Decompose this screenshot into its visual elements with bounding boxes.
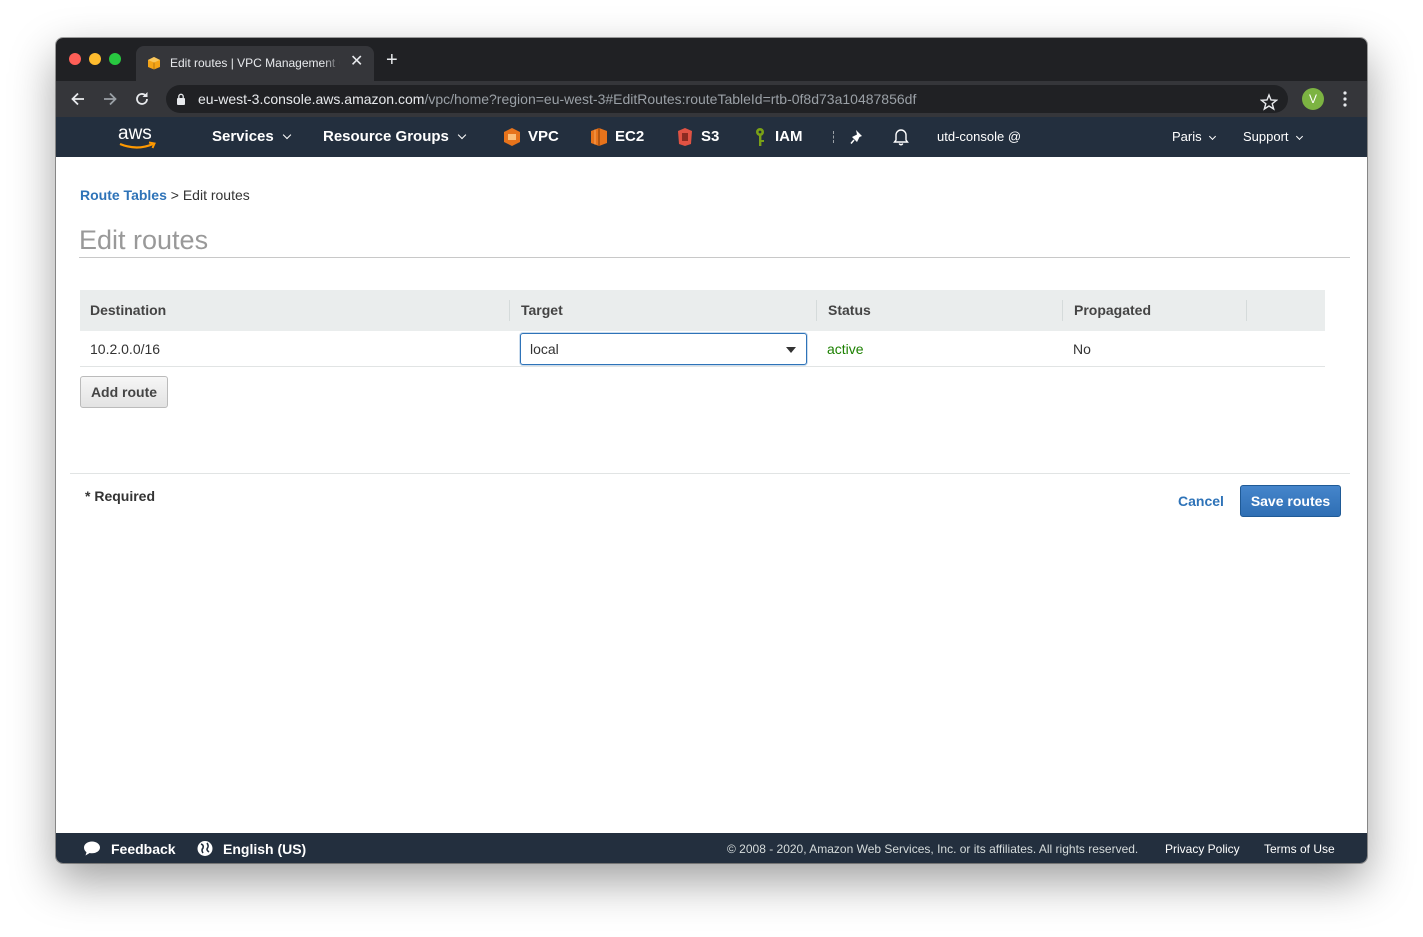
region-label: Paris bbox=[1172, 129, 1202, 144]
url-text: eu-west-3.console.aws.amazon.com/vpc/hom… bbox=[198, 92, 916, 107]
save-routes-button[interactable]: Save routes bbox=[1240, 485, 1341, 517]
svg-text:aws: aws bbox=[118, 123, 152, 144]
iam-key-icon[interactable] bbox=[751, 127, 769, 147]
account-menu[interactable]: utd-console @ bbox=[937, 130, 1021, 144]
bell-icon[interactable] bbox=[892, 127, 910, 146]
feedback-link[interactable]: Feedback bbox=[111, 841, 176, 857]
minimize-window-button[interactable] bbox=[89, 53, 101, 65]
aws-logo-icon[interactable]: aws bbox=[115, 122, 161, 152]
browser-menu-icon[interactable] bbox=[1340, 90, 1350, 108]
vpc-service-icon[interactable] bbox=[503, 127, 521, 147]
breadcrumb-route-tables-link[interactable]: Route Tables bbox=[80, 187, 167, 203]
console-footer: Feedback English (US) © 2008 - 2020, Ama… bbox=[56, 833, 1367, 863]
terms-of-use-link[interactable]: Terms of Use bbox=[1264, 842, 1335, 856]
region-menu[interactable]: Paris bbox=[1172, 129, 1216, 144]
breadcrumb: Route Tables > Edit routes bbox=[80, 187, 250, 203]
column-header-destination: Destination bbox=[90, 302, 167, 318]
services-menu[interactable]: Services bbox=[212, 128, 291, 145]
cancel-button[interactable]: Cancel bbox=[1178, 493, 1224, 509]
column-divider bbox=[509, 300, 510, 321]
maximize-window-button[interactable] bbox=[109, 53, 121, 65]
language-selector[interactable]: English (US) bbox=[223, 841, 306, 857]
new-tab-button[interactable]: + bbox=[386, 50, 398, 70]
back-arrow-icon[interactable] bbox=[68, 89, 88, 109]
tab-title: Edit routes | VPC Management Console bbox=[170, 56, 340, 70]
page-title: Edit routes bbox=[79, 226, 1350, 258]
target-select[interactable]: local bbox=[520, 333, 807, 365]
support-menu[interactable]: Support bbox=[1243, 129, 1303, 144]
route-propagated: No bbox=[1073, 341, 1091, 357]
s3-shortcut[interactable]: S3 bbox=[701, 129, 719, 145]
lock-icon bbox=[177, 93, 185, 105]
url-path: /vpc/home?region=eu-west-3#EditRoutes:ro… bbox=[424, 91, 917, 107]
column-divider bbox=[1062, 300, 1063, 321]
add-route-button[interactable]: Add route bbox=[80, 376, 168, 408]
vpc-shortcut[interactable]: VPC bbox=[528, 129, 559, 145]
browser-tab-strip: Edit routes | VPC Management Console ✕ + bbox=[56, 38, 1367, 81]
table-header: Destination Target Status Propagated bbox=[80, 290, 1325, 331]
chevron-down-icon bbox=[457, 130, 467, 140]
bookmark-star-icon[interactable] bbox=[1260, 93, 1278, 111]
url-host: eu-west-3.console.aws.amazon.com bbox=[198, 91, 425, 107]
globe-icon[interactable] bbox=[196, 840, 214, 857]
address-bar[interactable]: eu-west-3.console.aws.amazon.com/vpc/hom… bbox=[166, 85, 1288, 113]
route-status: active bbox=[827, 341, 864, 357]
chevron-down-icon bbox=[1208, 132, 1216, 141]
breadcrumb-current: Edit routes bbox=[182, 187, 250, 203]
privacy-policy-link[interactable]: Privacy Policy bbox=[1165, 842, 1240, 856]
main-content: Route Tables > Edit routes Edit routes D… bbox=[56, 157, 1367, 833]
reload-icon[interactable] bbox=[132, 89, 152, 109]
route-destination: 10.2.0.0/16 bbox=[90, 341, 161, 357]
ec2-shortcut[interactable]: EC2 bbox=[615, 129, 644, 145]
chevron-down-icon bbox=[1295, 132, 1303, 141]
close-window-button[interactable] bbox=[69, 53, 81, 65]
iam-shortcut[interactable]: IAM bbox=[775, 129, 803, 145]
aws-cube-favicon-icon bbox=[148, 57, 160, 70]
resource-groups-menu[interactable]: Resource Groups bbox=[323, 128, 467, 145]
table-row: 10.2.0.0/16 local active No bbox=[80, 331, 1325, 367]
feedback-speech-bubble-icon[interactable] bbox=[83, 840, 101, 857]
target-select-value: local bbox=[530, 341, 559, 357]
chevron-down-icon bbox=[282, 130, 291, 140]
breadcrumb-separator: > bbox=[166, 187, 183, 203]
nav-separator bbox=[833, 131, 834, 143]
column-divider bbox=[816, 300, 817, 321]
support-label: Support bbox=[1243, 129, 1289, 144]
browser-toolbar: eu-west-3.console.aws.amazon.com/vpc/hom… bbox=[56, 81, 1367, 117]
aws-console-nav: aws Services Resource Groups VPC EC2 S3 bbox=[56, 117, 1367, 157]
copyright-text: © 2008 - 2020, Amazon Web Services, Inc.… bbox=[727, 842, 1139, 856]
browser-window: Edit routes | VPC Management Console ✕ +… bbox=[56, 38, 1367, 863]
pin-icon[interactable] bbox=[850, 128, 866, 146]
form-divider bbox=[70, 473, 1350, 474]
required-note: * Required bbox=[85, 488, 156, 504]
column-divider bbox=[1246, 300, 1247, 321]
resource-groups-label: Resource Groups bbox=[323, 128, 449, 145]
s3-service-icon[interactable] bbox=[676, 127, 694, 147]
column-header-target: Target bbox=[521, 302, 563, 318]
forward-arrow-icon[interactable] bbox=[100, 89, 120, 109]
browser-tab-active[interactable]: Edit routes | VPC Management Console ✕ bbox=[136, 46, 374, 81]
routes-table: Destination Target Status Propagated 10.… bbox=[80, 290, 1325, 367]
services-label: Services bbox=[212, 128, 274, 145]
close-tab-icon[interactable]: ✕ bbox=[350, 54, 363, 70]
column-header-status: Status bbox=[828, 302, 871, 318]
ec2-service-icon[interactable] bbox=[590, 127, 608, 147]
dropdown-caret-icon bbox=[786, 347, 796, 353]
profile-avatar[interactable]: V bbox=[1302, 88, 1324, 110]
column-header-propagated: Propagated bbox=[1074, 302, 1152, 318]
